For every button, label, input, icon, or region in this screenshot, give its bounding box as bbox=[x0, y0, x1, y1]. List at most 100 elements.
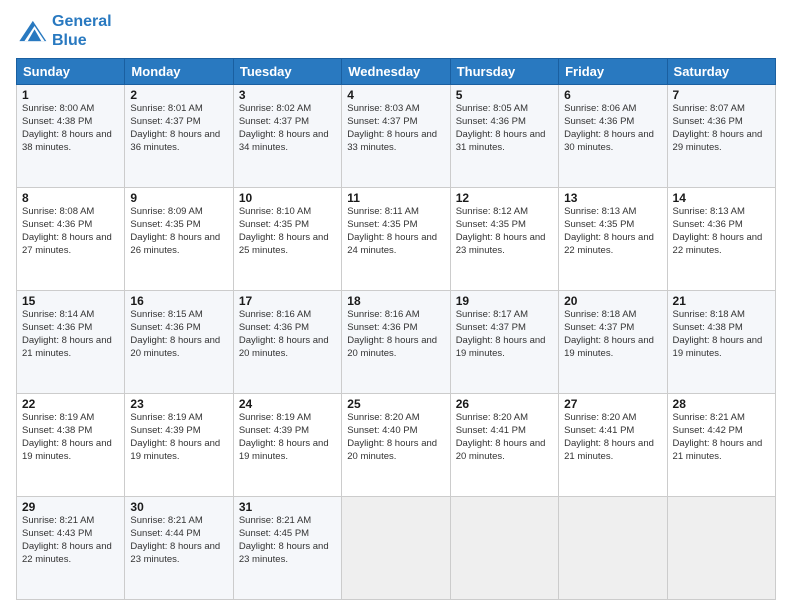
calendar-cell: 5Sunrise: 8:05 AMSunset: 4:36 PMDaylight… bbox=[450, 85, 558, 188]
calendar-cell: 14Sunrise: 8:13 AMSunset: 4:36 PMDayligh… bbox=[667, 188, 775, 291]
calendar-cell: 13Sunrise: 8:13 AMSunset: 4:35 PMDayligh… bbox=[559, 188, 667, 291]
weekday-header-wednesday: Wednesday bbox=[342, 59, 450, 85]
calendar-cell bbox=[667, 497, 775, 600]
day-detail: Sunrise: 8:19 AMSunset: 4:38 PMDaylight:… bbox=[22, 412, 119, 463]
calendar-week-3: 15Sunrise: 8:14 AMSunset: 4:36 PMDayligh… bbox=[17, 291, 776, 394]
calendar-cell: 4Sunrise: 8:03 AMSunset: 4:37 PMDaylight… bbox=[342, 85, 450, 188]
day-number: 7 bbox=[673, 88, 770, 102]
calendar-cell: 9Sunrise: 8:09 AMSunset: 4:35 PMDaylight… bbox=[125, 188, 233, 291]
calendar-cell: 30Sunrise: 8:21 AMSunset: 4:44 PMDayligh… bbox=[125, 497, 233, 600]
day-number: 26 bbox=[456, 397, 553, 411]
day-detail: Sunrise: 8:16 AMSunset: 4:36 PMDaylight:… bbox=[239, 309, 336, 360]
logo: General Blue bbox=[16, 12, 112, 50]
day-detail: Sunrise: 8:21 AMSunset: 4:45 PMDaylight:… bbox=[239, 515, 336, 566]
calendar-cell bbox=[342, 497, 450, 600]
day-detail: Sunrise: 8:01 AMSunset: 4:37 PMDaylight:… bbox=[130, 103, 227, 154]
calendar-cell: 19Sunrise: 8:17 AMSunset: 4:37 PMDayligh… bbox=[450, 291, 558, 394]
day-number: 18 bbox=[347, 294, 444, 308]
calendar-cell bbox=[450, 497, 558, 600]
day-number: 31 bbox=[239, 500, 336, 514]
day-number: 30 bbox=[130, 500, 227, 514]
day-number: 21 bbox=[673, 294, 770, 308]
calendar-cell: 27Sunrise: 8:20 AMSunset: 4:41 PMDayligh… bbox=[559, 394, 667, 497]
calendar-cell: 17Sunrise: 8:16 AMSunset: 4:36 PMDayligh… bbox=[233, 291, 341, 394]
calendar-cell: 24Sunrise: 8:19 AMSunset: 4:39 PMDayligh… bbox=[233, 394, 341, 497]
day-detail: Sunrise: 8:13 AMSunset: 4:36 PMDaylight:… bbox=[673, 206, 770, 257]
day-detail: Sunrise: 8:11 AMSunset: 4:35 PMDaylight:… bbox=[347, 206, 444, 257]
day-detail: Sunrise: 8:18 AMSunset: 4:37 PMDaylight:… bbox=[564, 309, 661, 360]
day-detail: Sunrise: 8:18 AMSunset: 4:38 PMDaylight:… bbox=[673, 309, 770, 360]
day-detail: Sunrise: 8:09 AMSunset: 4:35 PMDaylight:… bbox=[130, 206, 227, 257]
day-number: 8 bbox=[22, 191, 119, 205]
day-number: 24 bbox=[239, 397, 336, 411]
day-detail: Sunrise: 8:02 AMSunset: 4:37 PMDaylight:… bbox=[239, 103, 336, 154]
day-detail: Sunrise: 8:14 AMSunset: 4:36 PMDaylight:… bbox=[22, 309, 119, 360]
day-detail: Sunrise: 8:21 AMSunset: 4:43 PMDaylight:… bbox=[22, 515, 119, 566]
day-detail: Sunrise: 8:16 AMSunset: 4:36 PMDaylight:… bbox=[347, 309, 444, 360]
calendar-cell: 11Sunrise: 8:11 AMSunset: 4:35 PMDayligh… bbox=[342, 188, 450, 291]
calendar-cell bbox=[559, 497, 667, 600]
weekday-header-sunday: Sunday bbox=[17, 59, 125, 85]
calendar-cell: 26Sunrise: 8:20 AMSunset: 4:41 PMDayligh… bbox=[450, 394, 558, 497]
day-number: 23 bbox=[130, 397, 227, 411]
day-detail: Sunrise: 8:05 AMSunset: 4:36 PMDaylight:… bbox=[456, 103, 553, 154]
weekday-header-saturday: Saturday bbox=[667, 59, 775, 85]
calendar-cell: 7Sunrise: 8:07 AMSunset: 4:36 PMDaylight… bbox=[667, 85, 775, 188]
day-number: 1 bbox=[22, 88, 119, 102]
header: General Blue bbox=[16, 12, 776, 50]
calendar-cell: 16Sunrise: 8:15 AMSunset: 4:36 PMDayligh… bbox=[125, 291, 233, 394]
weekday-header-row: SundayMondayTuesdayWednesdayThursdayFrid… bbox=[17, 59, 776, 85]
day-detail: Sunrise: 8:08 AMSunset: 4:36 PMDaylight:… bbox=[22, 206, 119, 257]
day-number: 29 bbox=[22, 500, 119, 514]
logo-text: General Blue bbox=[52, 12, 112, 50]
day-number: 19 bbox=[456, 294, 553, 308]
calendar-cell: 28Sunrise: 8:21 AMSunset: 4:42 PMDayligh… bbox=[667, 394, 775, 497]
day-number: 22 bbox=[22, 397, 119, 411]
calendar-cell: 10Sunrise: 8:10 AMSunset: 4:35 PMDayligh… bbox=[233, 188, 341, 291]
day-number: 10 bbox=[239, 191, 336, 205]
calendar-cell: 12Sunrise: 8:12 AMSunset: 4:35 PMDayligh… bbox=[450, 188, 558, 291]
day-number: 2 bbox=[130, 88, 227, 102]
calendar-cell: 29Sunrise: 8:21 AMSunset: 4:43 PMDayligh… bbox=[17, 497, 125, 600]
calendar-cell: 20Sunrise: 8:18 AMSunset: 4:37 PMDayligh… bbox=[559, 291, 667, 394]
calendar-week-1: 1Sunrise: 8:00 AMSunset: 4:38 PMDaylight… bbox=[17, 85, 776, 188]
calendar-cell: 21Sunrise: 8:18 AMSunset: 4:38 PMDayligh… bbox=[667, 291, 775, 394]
calendar-cell: 3Sunrise: 8:02 AMSunset: 4:37 PMDaylight… bbox=[233, 85, 341, 188]
day-number: 16 bbox=[130, 294, 227, 308]
day-detail: Sunrise: 8:12 AMSunset: 4:35 PMDaylight:… bbox=[456, 206, 553, 257]
day-number: 6 bbox=[564, 88, 661, 102]
calendar-cell: 31Sunrise: 8:21 AMSunset: 4:45 PMDayligh… bbox=[233, 497, 341, 600]
day-number: 28 bbox=[673, 397, 770, 411]
calendar-cell: 22Sunrise: 8:19 AMSunset: 4:38 PMDayligh… bbox=[17, 394, 125, 497]
day-detail: Sunrise: 8:20 AMSunset: 4:40 PMDaylight:… bbox=[347, 412, 444, 463]
day-number: 12 bbox=[456, 191, 553, 205]
day-detail: Sunrise: 8:13 AMSunset: 4:35 PMDaylight:… bbox=[564, 206, 661, 257]
day-number: 4 bbox=[347, 88, 444, 102]
weekday-header-friday: Friday bbox=[559, 59, 667, 85]
calendar-cell: 1Sunrise: 8:00 AMSunset: 4:38 PMDaylight… bbox=[17, 85, 125, 188]
calendar-cell: 23Sunrise: 8:19 AMSunset: 4:39 PMDayligh… bbox=[125, 394, 233, 497]
weekday-header-monday: Monday bbox=[125, 59, 233, 85]
day-detail: Sunrise: 8:20 AMSunset: 4:41 PMDaylight:… bbox=[564, 412, 661, 463]
calendar-week-4: 22Sunrise: 8:19 AMSunset: 4:38 PMDayligh… bbox=[17, 394, 776, 497]
day-number: 3 bbox=[239, 88, 336, 102]
page: General Blue SundayMondayTuesdayWednesda… bbox=[0, 0, 792, 612]
calendar-week-5: 29Sunrise: 8:21 AMSunset: 4:43 PMDayligh… bbox=[17, 497, 776, 600]
day-number: 11 bbox=[347, 191, 444, 205]
weekday-header-tuesday: Tuesday bbox=[233, 59, 341, 85]
calendar-cell: 18Sunrise: 8:16 AMSunset: 4:36 PMDayligh… bbox=[342, 291, 450, 394]
day-detail: Sunrise: 8:21 AMSunset: 4:44 PMDaylight:… bbox=[130, 515, 227, 566]
day-detail: Sunrise: 8:07 AMSunset: 4:36 PMDaylight:… bbox=[673, 103, 770, 154]
day-detail: Sunrise: 8:19 AMSunset: 4:39 PMDaylight:… bbox=[239, 412, 336, 463]
day-number: 13 bbox=[564, 191, 661, 205]
day-number: 20 bbox=[564, 294, 661, 308]
day-number: 25 bbox=[347, 397, 444, 411]
day-number: 5 bbox=[456, 88, 553, 102]
day-number: 17 bbox=[239, 294, 336, 308]
calendar-cell: 2Sunrise: 8:01 AMSunset: 4:37 PMDaylight… bbox=[125, 85, 233, 188]
calendar-week-2: 8Sunrise: 8:08 AMSunset: 4:36 PMDaylight… bbox=[17, 188, 776, 291]
day-number: 9 bbox=[130, 191, 227, 205]
day-detail: Sunrise: 8:10 AMSunset: 4:35 PMDaylight:… bbox=[239, 206, 336, 257]
calendar-cell: 15Sunrise: 8:14 AMSunset: 4:36 PMDayligh… bbox=[17, 291, 125, 394]
weekday-header-thursday: Thursday bbox=[450, 59, 558, 85]
